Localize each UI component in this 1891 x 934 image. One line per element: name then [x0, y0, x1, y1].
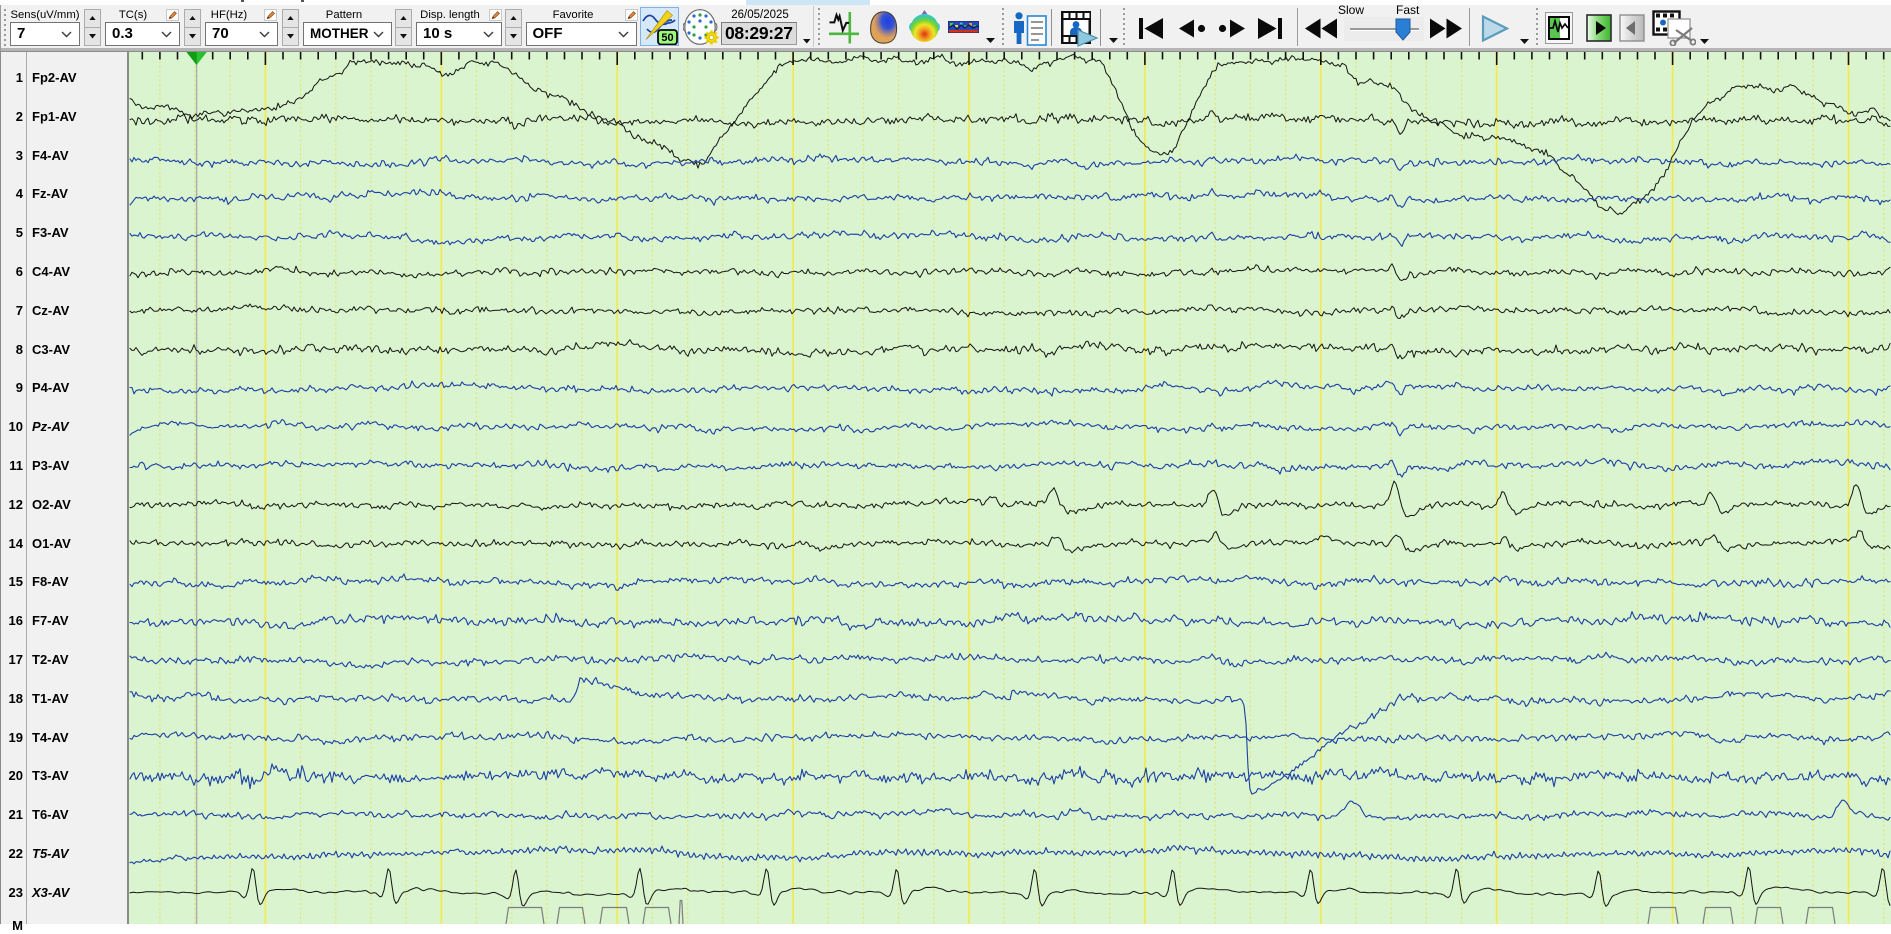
svg-text:50: 50	[661, 32, 673, 44]
